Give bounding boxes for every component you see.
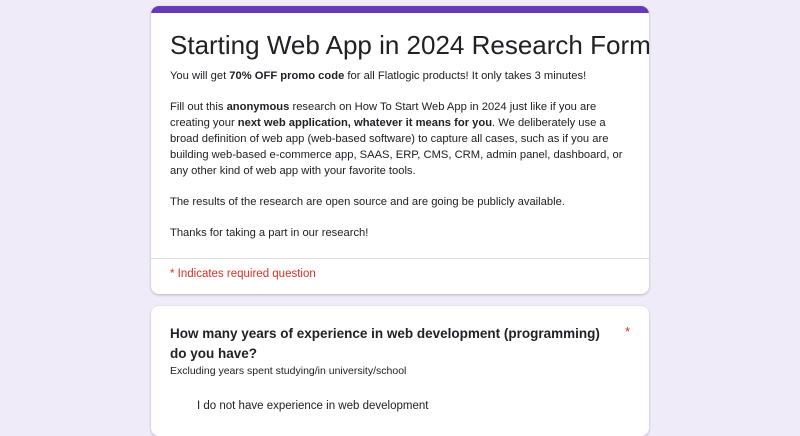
required-note: * Indicates required question (170, 268, 316, 280)
form-title: Starting Web App in 2024 Research Form (170, 30, 649, 60)
radio-option-label: I do not have experience in web developm… (197, 400, 429, 412)
question-help-text: Excluding years spent studying/in univer… (170, 365, 407, 377)
details-paragraph: Fill out this anonymous research on How … (170, 99, 632, 179)
details-text-bold-anonymous: anonymous (226, 101, 290, 113)
promo-paragraph: You will get 70% OFF promo code for all … (170, 68, 632, 84)
header-divider (151, 258, 649, 259)
required-asterisk: * (625, 324, 631, 339)
promo-text-post: for all Flatlogic products! It only take… (344, 70, 587, 82)
accent-bar (151, 6, 649, 13)
thanks-paragraph: Thanks for taking a part in our research… (170, 227, 369, 239)
details-text-bold-next-app: next web application, whatever it means … (237, 117, 493, 129)
question-title: How many years of experience in web deve… (170, 326, 600, 361)
promo-text-bold: 70% OFF promo code (229, 70, 345, 82)
details-text-pre: Fill out this (170, 101, 227, 113)
promo-text-pre: You will get (170, 70, 230, 82)
form-header-card: Starting Web App in 2024 Research Form Y… (151, 6, 649, 294)
open-source-paragraph: The results of the research are open sou… (170, 196, 565, 208)
question-card: How many years of experience in web deve… (151, 306, 649, 436)
radio-option-no-experience[interactable]: I do not have experience in web developm… (173, 396, 428, 416)
form-description: You will get 70% OFF promo code for all … (170, 68, 632, 256)
